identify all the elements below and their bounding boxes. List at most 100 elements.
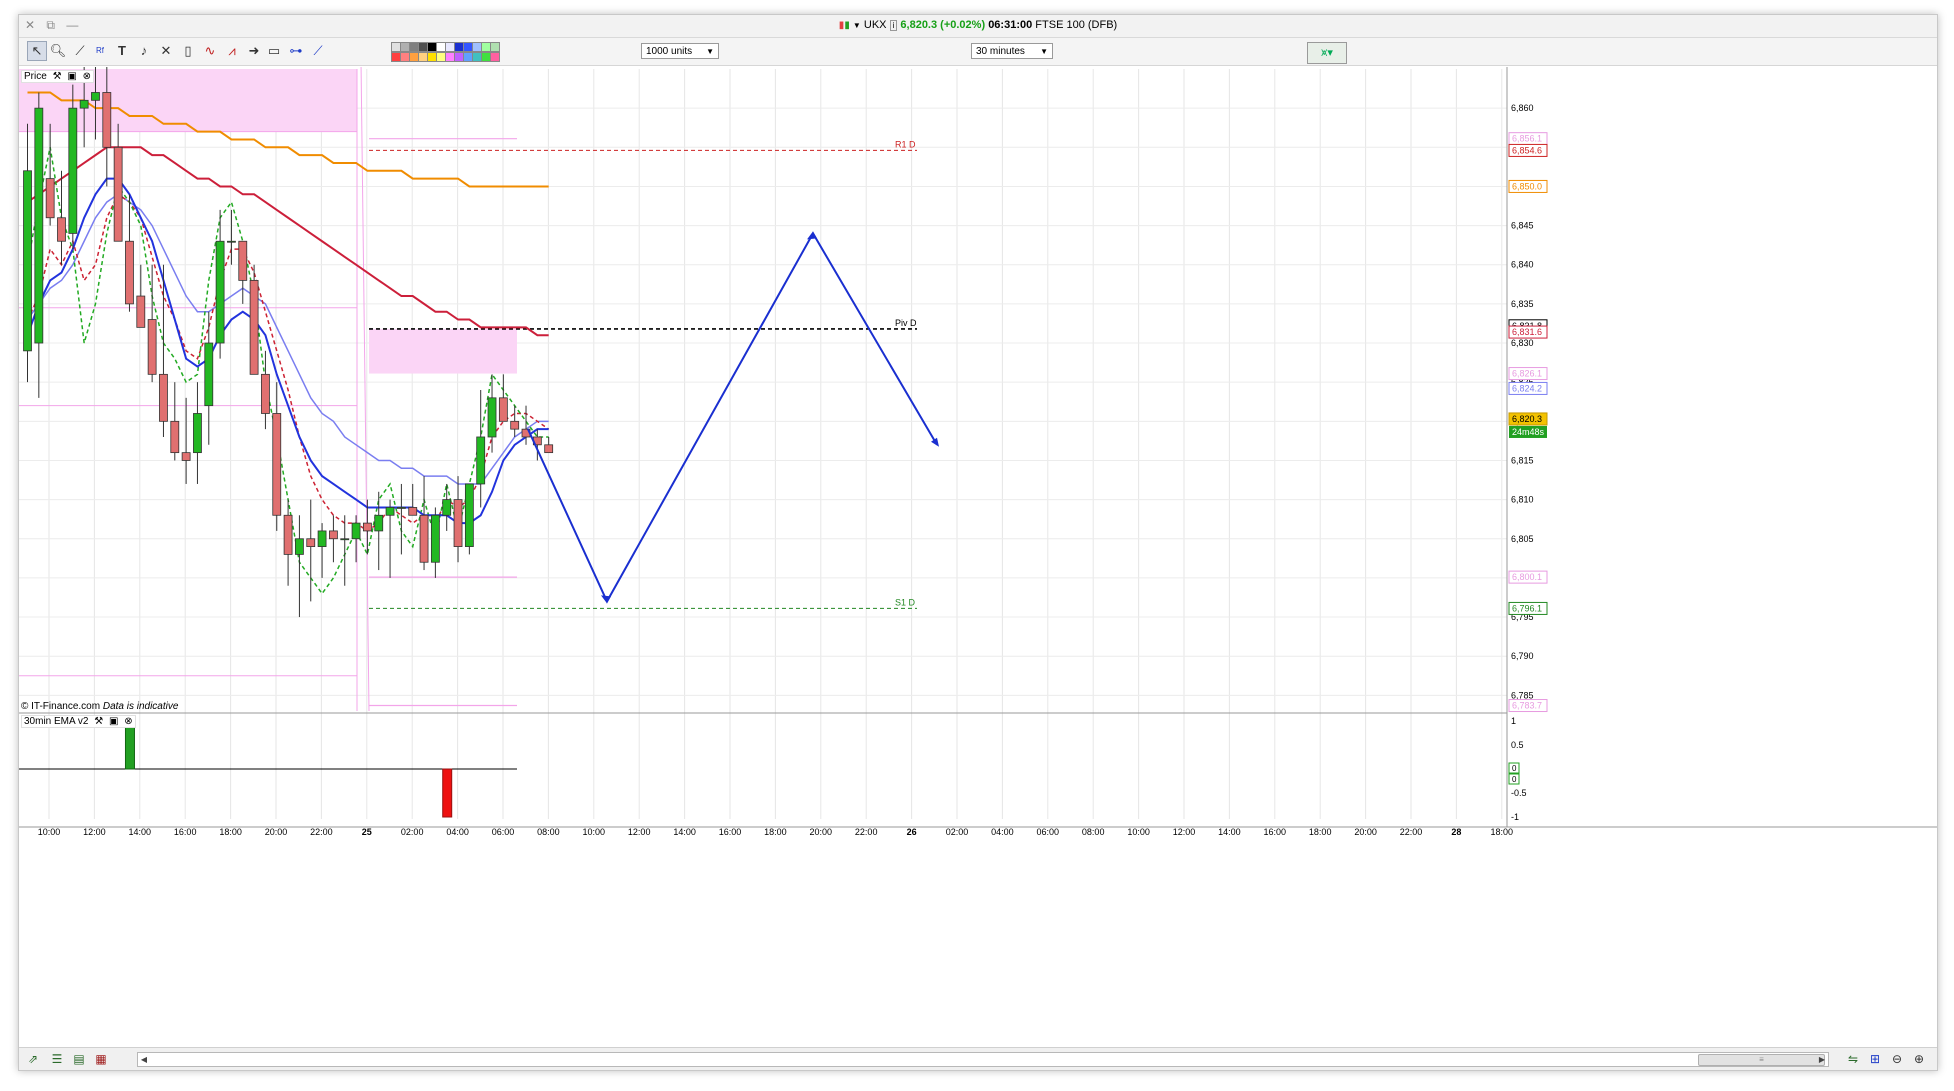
candle[interactable] [125,240,134,305]
candle[interactable] [238,240,248,281]
candle[interactable] [351,522,361,540]
text-icon[interactable]: T [113,42,131,60]
disclaimer-text: Data is indicative [102,701,179,712]
link-icon[interactable]: ⇋ [1845,1051,1861,1067]
time-tick-label: 28 [1451,827,1461,837]
candle[interactable] [329,530,338,540]
zoom-in-icon[interactable]: ⊕ [1911,1051,1927,1067]
pattern-icon[interactable]: ⩘ [223,42,241,60]
zoom-out-icon[interactable]: ⊖ [1889,1051,1905,1067]
draw-line-icon[interactable]: ⟋ [71,42,89,60]
candle[interactable] [374,514,384,532]
units-dropdown[interactable]: 1000 units ▼ [641,43,719,59]
price-plot-area[interactable] [19,67,1507,713]
candle[interactable] [79,99,89,109]
candle[interactable] [193,413,202,454]
candle[interactable] [57,217,66,242]
crosshair-icon[interactable]: ⊶ [287,42,305,60]
candle[interactable] [34,107,44,344]
arrow-icon[interactable]: ➜ [245,42,263,60]
candle[interactable] [317,530,327,547]
candle[interactable] [204,342,214,407]
list-icon[interactable]: ▤ [71,1051,87,1067]
candle[interactable] [544,444,554,454]
title-bar: ✕ ⧉ — ▮▮ ▼ UKX i 6,820.3 (+0.02%) 06:31:… [19,15,1937,38]
window-icon[interactable]: ▣ [109,716,118,727]
candle[interactable] [442,499,452,516]
candle[interactable] [113,146,123,242]
chart-canvas[interactable]: 6,8606,8556,8506,8456,8406,8356,8306,825… [19,67,1937,1027]
alert-bell-icon[interactable]: ♪ [135,42,153,60]
candle[interactable] [23,170,32,352]
interval-dropdown[interactable]: 30 minutes ▼ [971,43,1053,59]
scroll-thumb[interactable]: ≡ [1698,1054,1825,1066]
candle[interactable] [261,373,270,414]
swatch[interactable] [490,52,500,62]
indicator-icon[interactable]: ∿ [201,42,219,60]
zoom-icon[interactable]: 🔍︎ [49,42,67,60]
candle[interactable] [295,538,304,555]
candle[interactable] [91,92,100,101]
candle[interactable] [136,295,146,328]
trash-icon[interactable]: ▯ [179,42,197,60]
wrench-icon[interactable]: ⚒ [53,71,62,82]
candle[interactable] [396,507,406,509]
candle[interactable] [227,240,236,243]
cursor-icon[interactable]: ↖ [27,41,47,61]
data-source-note: © IT-Finance.com Data is indicative [21,701,178,712]
price-tick-label: 6,805 [1511,534,1534,544]
color-swatches[interactable] [391,42,541,62]
indicator-tick-label: -1 [1511,812,1519,822]
remove-icon[interactable]: ⊗ [83,71,91,82]
wrench-icon[interactable]: ⚒ [94,716,103,727]
candle[interactable] [159,373,168,422]
dropdown-arrow-icon[interactable]: ▼ [853,21,861,30]
time-tick-label: 22:00 [310,827,333,837]
candle[interactable] [68,107,78,234]
time-tick-label: 16:00 [174,827,197,837]
window-icon[interactable]: ▣ [67,71,76,82]
remove-icon[interactable]: ⊗ [124,716,132,727]
candle[interactable] [272,413,282,516]
time-tick-label: 20:00 [1354,827,1377,837]
zoom-fit-icon[interactable]: ⊞ [1867,1051,1883,1067]
chart-type-button[interactable]: ⩙▾ [1307,42,1347,64]
candle[interactable] [476,436,486,485]
trendline-icon[interactable]: ⟋ [309,42,327,60]
candle[interactable] [385,507,395,516]
scroll-left-icon[interactable]: ◀ [138,1053,150,1066]
candle[interactable] [498,397,508,422]
horizontal-scrollbar[interactable]: ◀ ≡ ▶ [137,1052,1829,1067]
candle[interactable] [249,279,259,375]
candle[interactable] [408,507,418,516]
candle[interactable] [419,514,429,563]
info-icon[interactable]: i [889,20,898,31]
tools-icon[interactable]: ✕ [157,42,175,60]
candle[interactable] [430,514,440,563]
candle[interactable] [453,499,463,547]
candle[interactable] [170,420,180,454]
time-tick-label: 08:00 [537,827,560,837]
candle[interactable] [215,240,225,344]
swatch[interactable] [490,42,500,52]
scroll-right-icon[interactable]: ▶ [1816,1053,1828,1066]
candle[interactable] [283,514,293,555]
candle[interactable] [487,397,497,438]
pivot-zone [369,328,517,374]
candle[interactable] [464,483,474,547]
price-panel-label: Price ⚒ ▣ ⊗ [21,70,94,83]
candle[interactable] [102,92,112,148]
shape-icon[interactable]: ▭ [265,42,283,60]
candle[interactable] [147,319,157,375]
candle[interactable] [340,538,350,541]
candle[interactable] [306,538,316,547]
copyright-text: © IT-Finance.com [21,701,101,712]
fibonacci-icon[interactable]: Rf [91,42,109,60]
candle[interactable] [45,178,55,219]
candle[interactable] [362,522,372,532]
settings-icon[interactable]: ▦ [93,1051,109,1067]
candle[interactable] [510,420,520,430]
candle[interactable] [181,452,191,461]
layout-icon[interactable]: ☰ [49,1051,65,1067]
export-icon[interactable]: ⇗ [25,1051,41,1067]
